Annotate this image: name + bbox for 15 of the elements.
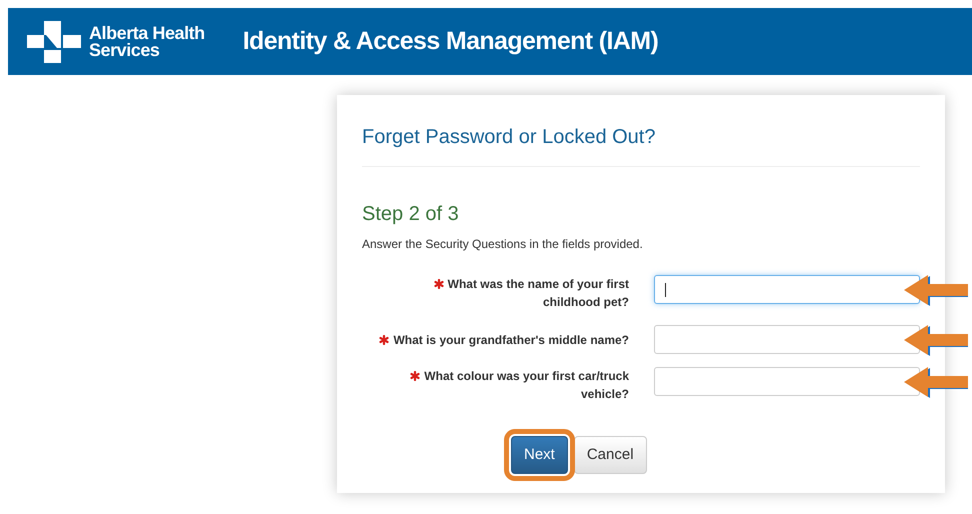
app-title: Identity & Access Management (IAM) <box>242 26 658 57</box>
instruction-text: Answer the Security Questions in the fields provided. <box>362 236 644 253</box>
step-heading: Step 2 of 3 <box>362 202 460 226</box>
text-cursor-icon <box>665 282 666 296</box>
cross-logo-icon <box>27 20 81 62</box>
answer-field[interactable] <box>654 325 920 354</box>
answer-field[interactable] <box>654 367 920 396</box>
question-label: What colour was your first car/truck vehicle? <box>424 369 629 401</box>
answer-field[interactable] <box>654 275 920 304</box>
question-label: What is your grandfather's middle name? <box>393 333 629 347</box>
logo-text: Alberta Health <box>89 24 205 42</box>
card-title: Forget Password or Locked Out? <box>362 125 656 149</box>
question-label: What was the name of your first childhood pet? <box>448 277 629 309</box>
cancel-button[interactable]: Cancel <box>574 436 647 474</box>
logo-text: Services <box>89 42 160 58</box>
